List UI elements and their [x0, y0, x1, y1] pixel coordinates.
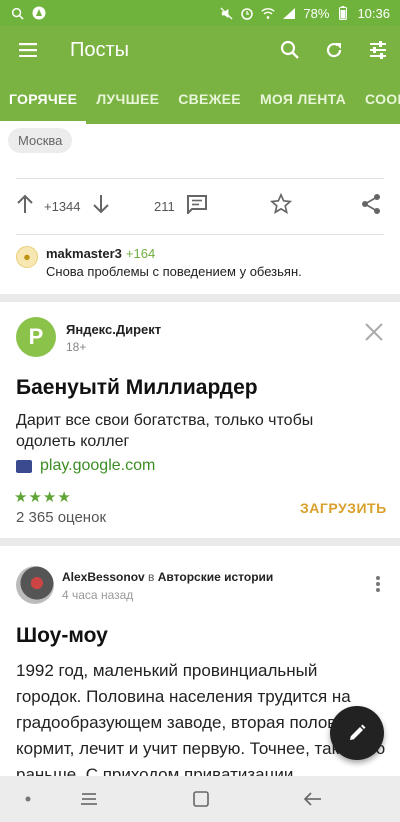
- rating-stars: ★★★★: [14, 489, 72, 506]
- reviews-count: 2 365 оценок: [16, 509, 106, 526]
- search-button[interactable]: [268, 26, 312, 74]
- share-icon: [362, 193, 380, 214]
- hamburger-icon: [19, 43, 37, 57]
- status-bar: 78% 10:36: [0, 0, 400, 26]
- home-icon: [193, 791, 209, 807]
- home-button[interactable]: [188, 776, 214, 822]
- more-options-button[interactable]: [372, 574, 384, 594]
- dot: [376, 582, 380, 586]
- ad-source: Яндекс.Директ: [66, 322, 162, 337]
- filter-icon: [370, 41, 386, 59]
- back-arrow-icon: [303, 792, 321, 806]
- search-icon: [280, 40, 299, 59]
- create-post-button[interactable]: [330, 706, 384, 760]
- app-bar: Посты: [0, 26, 400, 74]
- signal-icon: [282, 6, 296, 20]
- recent-apps-button[interactable]: [76, 776, 102, 822]
- post-community[interactable]: Авторские истории: [158, 570, 274, 584]
- page-title: Посты: [70, 38, 130, 61]
- battery-icon: [336, 6, 350, 20]
- recent-apps-icon: [81, 793, 97, 805]
- star-icon: [269, 192, 293, 214]
- post-author[interactable]: AlexBessonov: [62, 570, 145, 584]
- mute-icon: [219, 6, 233, 20]
- avatar[interactable]: [16, 566, 54, 604]
- download-button[interactable]: ЗАГРУЗИТЬ: [300, 500, 387, 516]
- refresh-button[interactable]: [312, 26, 356, 74]
- back-button[interactable]: [300, 776, 326, 822]
- nav-dot-button[interactable]: [18, 776, 38, 822]
- share-button[interactable]: [360, 193, 382, 220]
- tab-best[interactable]: ЛУЧШЕЕ: [96, 74, 159, 124]
- post-title[interactable]: Шоу-моу: [16, 624, 108, 648]
- post-body[interactable]: 1992 год, маленький провинциальный город…: [16, 658, 386, 776]
- alarm-icon: [240, 6, 254, 20]
- menu-button[interactable]: [0, 26, 56, 74]
- dot: [376, 576, 380, 580]
- battery-percent: 78%: [303, 5, 330, 21]
- tab-bar: ГОРЯЧЕЕ ЛУЧШЕЕ СВЕЖЕЕ МОЯ ЛЕНТА СООБЩЕСТ…: [0, 74, 400, 124]
- post-meta: AlexBessonov в Авторские истории: [62, 570, 273, 584]
- comments-count[interactable]: 211: [154, 199, 175, 214]
- comment-author: makmaster3 +164: [46, 246, 156, 261]
- comments-icon[interactable]: [186, 194, 208, 219]
- tab-hot[interactable]: ГОРЯЧЕЕ: [0, 74, 87, 124]
- refresh-icon: [326, 42, 342, 58]
- ad-description: Дарит все свои богатства, только чтобы о…: [16, 412, 314, 450]
- tab-fresh[interactable]: СВЕЖЕЕ: [178, 74, 241, 124]
- dot-icon: [25, 796, 31, 802]
- system-nav-bar: [0, 776, 400, 822]
- upvote-button[interactable]: [16, 194, 34, 219]
- app-icon: [32, 6, 46, 20]
- divider: [16, 234, 384, 235]
- ad-link[interactable]: play.google.com: [16, 457, 155, 475]
- tab-communities[interactable]: СООБЩЕСТВА: [365, 74, 400, 124]
- comment-text: Снова проблемы с поведением у обезьян.: [46, 264, 302, 279]
- close-icon: [365, 323, 383, 341]
- post-time: 4 часа назад: [62, 588, 134, 602]
- arrow-down-icon: [93, 194, 109, 213]
- comment-rating: +164: [125, 246, 156, 261]
- age-rating: 18+: [66, 340, 87, 354]
- ad-title[interactable]: Баенуытй Миллиардер: [16, 376, 258, 400]
- ad-card[interactable]: P Яндекс.Директ 18+ Баенуытй Миллиардер …: [0, 302, 400, 538]
- top-comment[interactable]: ☻ makmaster3 +164 Снова проблемы с поведе…: [16, 244, 386, 284]
- post-rating: +1344: [44, 198, 81, 214]
- tab-my-feed[interactable]: МОЯ ЛЕНТА: [260, 74, 346, 124]
- search-icon: [10, 6, 24, 20]
- post-tag[interactable]: Москва: [8, 128, 73, 153]
- ad-link-text: play.google.com: [40, 457, 156, 474]
- post-actions: +1344 211: [0, 182, 400, 230]
- in-label: в: [148, 570, 155, 584]
- ad-logo: P: [16, 317, 56, 357]
- bookmark-star-button[interactable]: [269, 192, 293, 220]
- downvote-button[interactable]: [92, 194, 110, 219]
- close-ad-button[interactable]: [364, 322, 386, 344]
- filter-button[interactable]: [356, 26, 400, 74]
- clock: 10:36: [357, 5, 390, 21]
- store-icon: [16, 459, 32, 473]
- arrow-up-icon: [17, 194, 33, 213]
- dot: [376, 588, 380, 592]
- pencil-icon: [350, 724, 366, 740]
- wifi-icon: [261, 6, 276, 20]
- divider: [16, 178, 384, 179]
- post-card: Москва +1344 211 ☻ makmaster3 +164 Снова …: [0, 124, 400, 294]
- avatar: ☻: [16, 246, 38, 268]
